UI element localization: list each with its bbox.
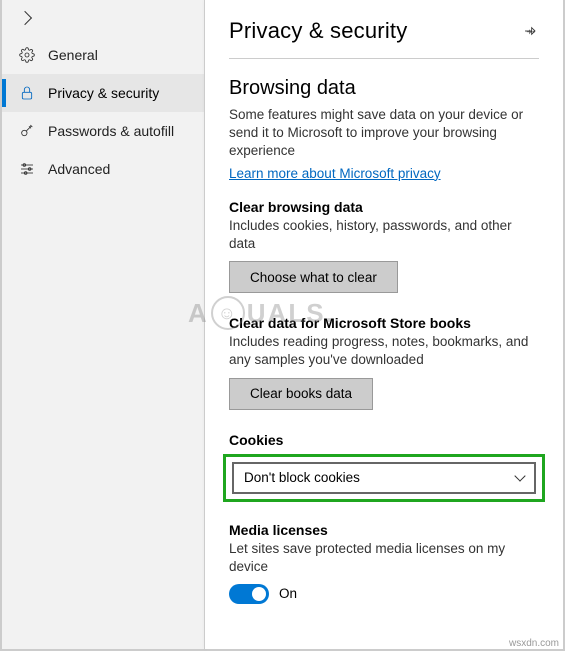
choose-what-to-clear-button[interactable]: Choose what to clear [229, 261, 398, 293]
chevron-right-icon [16, 13, 34, 23]
sliders-icon [18, 161, 36, 177]
media-licenses-toggle-row: On [229, 584, 539, 604]
sidebar-item-privacy-security[interactable]: Privacy & security [2, 74, 204, 112]
sidebar-item-label: Privacy & security [48, 85, 204, 101]
main-panel: Privacy & security Browsing data Some fe… [205, 0, 563, 649]
gear-icon [18, 47, 36, 63]
media-licenses-heading: Media licenses [229, 522, 539, 538]
chevron-down-icon [516, 475, 524, 480]
clear-books-heading: Clear data for Microsoft Store books [229, 315, 539, 331]
page-header: Privacy & security [205, 0, 563, 52]
sidebar-item-passwords-autofill[interactable]: Passwords & autofill [2, 112, 204, 150]
media-licenses-desc: Let sites save protected media licenses … [229, 540, 539, 576]
cookies-selected-value: Don't block cookies [244, 470, 360, 485]
attribution-text: wsxdn.com [509, 638, 559, 649]
clear-browsing-desc: Includes cookies, history, passwords, an… [229, 217, 539, 253]
cookies-heading: Cookies [229, 432, 539, 448]
media-licenses-toggle-label: On [279, 586, 297, 601]
pin-icon[interactable] [523, 23, 539, 39]
media-licenses-toggle[interactable] [229, 584, 269, 604]
cookies-dropdown[interactable]: Don't block cookies [232, 462, 536, 494]
sidebar-item-advanced[interactable]: Advanced [2, 150, 204, 188]
browsing-data-desc: Some features might save data on your de… [229, 106, 539, 161]
settings-scroll[interactable]: Browsing data Some features might save d… [205, 59, 563, 649]
key-icon [18, 123, 36, 139]
sidebar-item-label: Passwords & autofill [48, 123, 204, 139]
sidebar-item-label: General [48, 47, 204, 63]
cookies-highlight: Don't block cookies [223, 454, 545, 502]
browsing-data-heading: Browsing data [229, 77, 539, 100]
sidebar-item-label: Advanced [48, 161, 204, 177]
settings-window: General Privacy & security Passwords & a… [0, 0, 565, 651]
clear-books-button[interactable]: Clear books data [229, 378, 373, 410]
page-title: Privacy & security [229, 18, 523, 44]
sidebar: General Privacy & security Passwords & a… [2, 0, 205, 649]
sidebar-item-general[interactable]: General [2, 36, 204, 74]
lock-icon [18, 85, 36, 101]
clear-books-desc: Includes reading progress, notes, bookma… [229, 333, 539, 369]
sidebar-expand[interactable] [2, 0, 204, 36]
privacy-learn-more-link[interactable]: Learn more about Microsoft privacy [229, 166, 441, 181]
clear-browsing-heading: Clear browsing data [229, 199, 539, 215]
